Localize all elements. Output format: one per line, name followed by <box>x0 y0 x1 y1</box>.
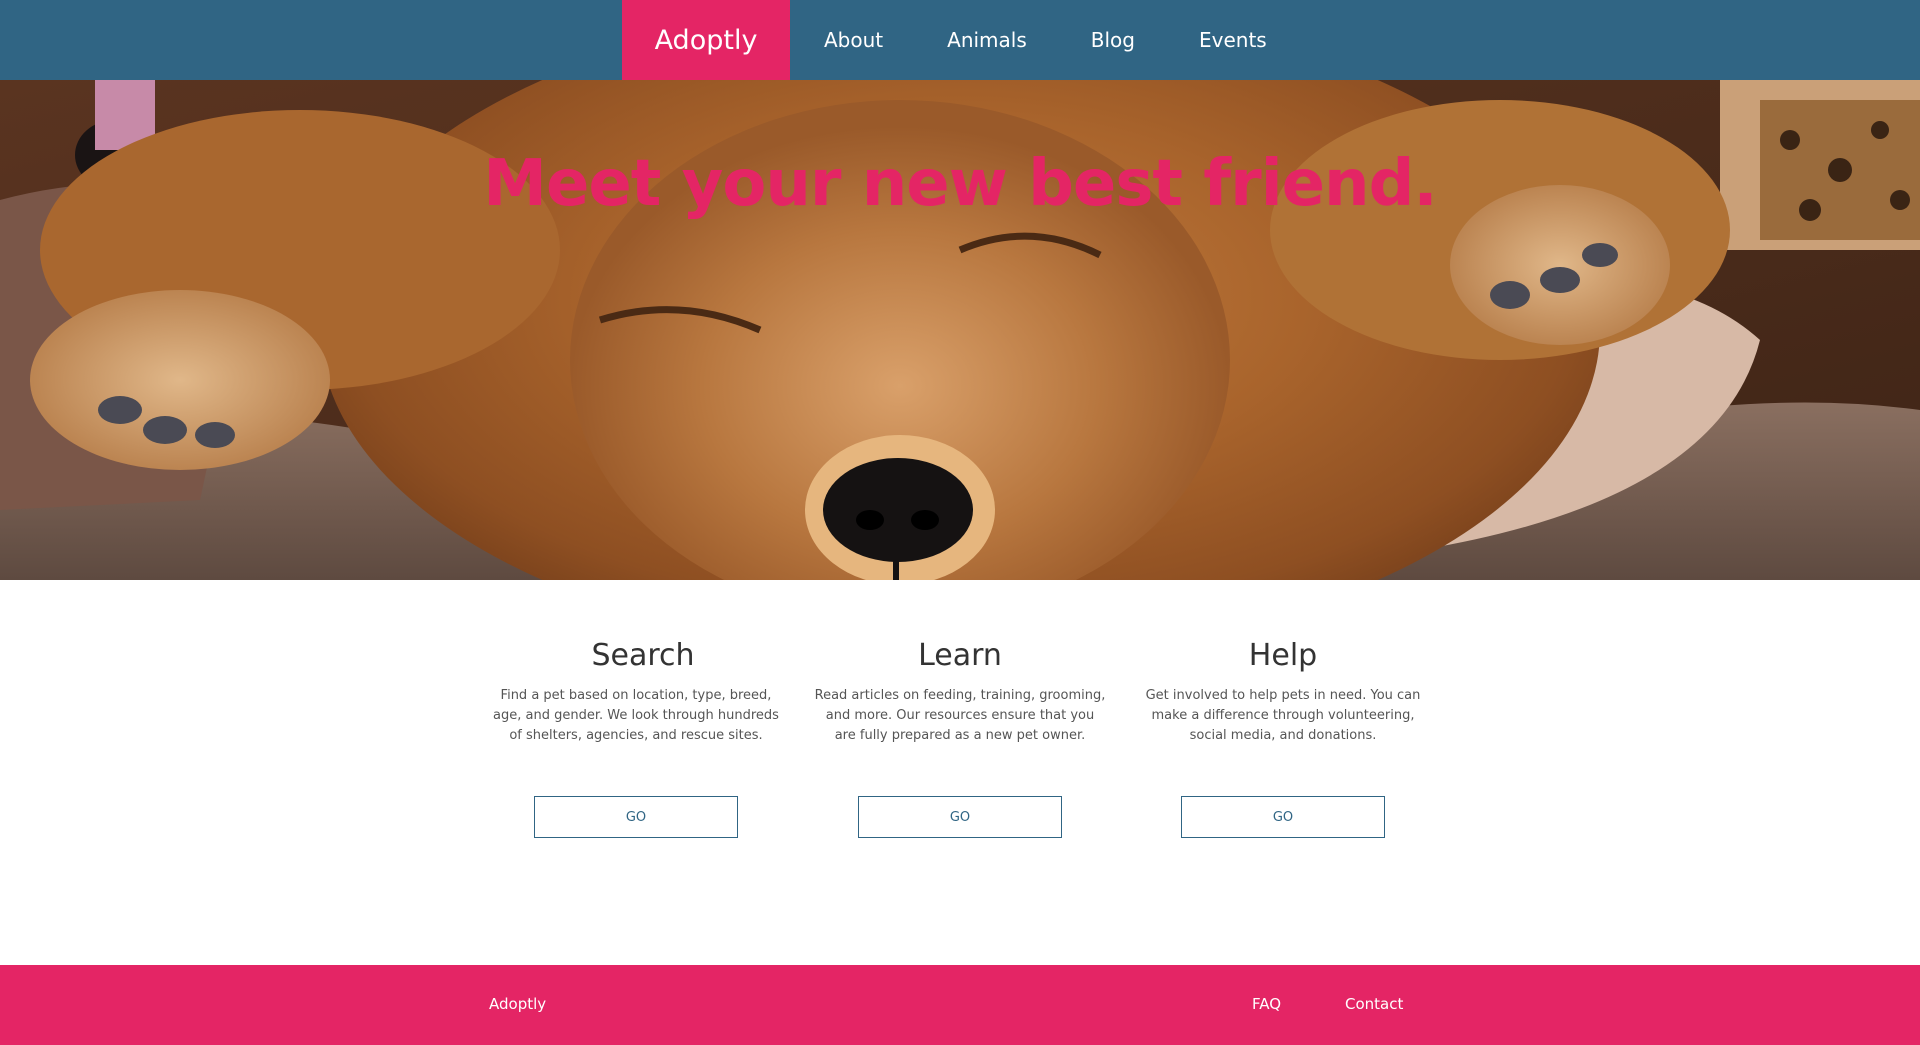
nav-link-about[interactable]: About <box>824 0 883 80</box>
feature-card-learn: Learn Read articles on feeding, training… <box>810 580 1110 838</box>
feature-text-search: Find a pet based on location, type, bree… <box>493 688 779 743</box>
feature-card-help: Help Get involved to help pets in need. … <box>1133 580 1433 838</box>
features-section: Search Find a pet based on location, typ… <box>0 580 1920 965</box>
feature-title-help: Help <box>1248 638 1318 673</box>
feature-card-search: Search Find a pet based on location, typ… <box>486 580 786 838</box>
page-footer: Adoptly FAQ Contact <box>0 965 1920 1045</box>
hero-banner: Meet your new best friend. <box>0 80 1920 580</box>
nav-link-blog[interactable]: Blog <box>1091 0 1135 80</box>
footer-link-contact[interactable]: Contact <box>1345 995 1403 1013</box>
nav-link-animals[interactable]: Animals <box>947 0 1027 80</box>
feature-text-learn: Read articles on feeding, training, groo… <box>814 688 1106 743</box>
feature-title-search: Search <box>591 638 695 673</box>
brand-logo-link[interactable]: Adoptly <box>622 0 790 80</box>
help-go-button[interactable]: GO <box>1181 796 1385 838</box>
search-go-button[interactable]: GO <box>534 796 738 838</box>
footer-brand-link[interactable]: Adoptly <box>489 995 546 1013</box>
hero-title: Meet your new best friend. <box>483 147 1437 221</box>
nav-link-events[interactable]: Events <box>1199 0 1267 80</box>
top-navbar: Adoptly About Animals Blog Events <box>0 0 1920 80</box>
feature-text-help: Get involved to help pets in need. You c… <box>1145 688 1421 743</box>
learn-go-button[interactable]: GO <box>858 796 1062 838</box>
feature-title-learn: Learn <box>918 638 1002 673</box>
nav-links-group: Adoptly About Animals Blog Events <box>622 0 1267 80</box>
footer-link-faq[interactable]: FAQ <box>1252 995 1281 1013</box>
